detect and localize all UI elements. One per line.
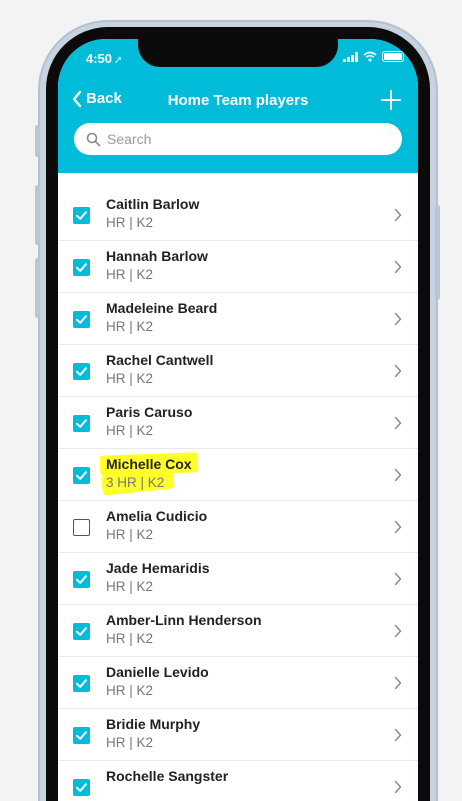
player-name: Bridie Murphy — [106, 716, 201, 732]
checkmark-icon — [76, 419, 87, 428]
player-name: Rachel Cantwell — [106, 352, 214, 368]
chevron-right-icon — [394, 728, 402, 742]
checkmark-icon — [76, 471, 87, 480]
search-input[interactable] — [107, 131, 387, 147]
player-checkbox[interactable] — [73, 415, 90, 432]
checkmark-icon — [76, 211, 87, 220]
chevron-right-icon — [394, 208, 402, 222]
phone-side-button — [35, 125, 40, 157]
player-name: Amber-Linn Henderson — [106, 612, 262, 628]
player-name: Rochelle Sangster — [106, 768, 229, 784]
phone-notch — [138, 39, 338, 67]
player-name: Michelle Cox — [106, 456, 192, 472]
nav-bar: Back Home Team players — [58, 87, 418, 117]
chevron-right-icon — [394, 260, 402, 274]
chevron-right-icon — [394, 676, 402, 690]
phone-volume-down-button — [35, 258, 40, 318]
chevron-right-icon — [394, 624, 402, 638]
player-detail: HR | K2 — [106, 683, 154, 698]
player-checkbox[interactable] — [73, 519, 90, 536]
player-checkbox[interactable] — [73, 571, 90, 588]
player-detail: HR | K2 — [106, 423, 154, 438]
player-name: Danielle Levido — [106, 664, 209, 680]
player-detail: HR | K2 — [106, 579, 154, 594]
location-arrow-icon: ➚ — [114, 55, 123, 66]
chevron-right-icon — [394, 312, 402, 326]
chevron-right-icon — [394, 572, 402, 586]
player-row[interactable]: Hannah Barlow HR | K2 — [58, 241, 418, 293]
phone-power-button — [435, 205, 440, 300]
app-screen: 4:50 ➚ Back Home Team players Search Cai… — [58, 39, 418, 801]
player-checkbox[interactable] — [73, 623, 90, 640]
status-time: 4:50 ➚ — [86, 51, 122, 66]
player-detail: HR | K2 — [106, 527, 154, 542]
player-detail: HR | K2 — [106, 735, 154, 750]
player-row[interactable]: Amelia Cudicio HR | K2 — [58, 501, 418, 553]
status-time-text: 4:50 — [86, 51, 113, 66]
player-row[interactable]: Bridie Murphy HR | K2 — [58, 709, 418, 761]
player-name: Jade Hemaridis — [106, 560, 210, 576]
checkmark-icon — [76, 679, 87, 688]
page-title: Home Team players — [167, 92, 309, 109]
chevron-right-icon — [394, 364, 402, 378]
chevron-right-icon — [394, 468, 402, 482]
app-header: 4:50 ➚ Back Home Team players — [58, 39, 418, 173]
player-detail: 3 HR | K2 — [106, 475, 165, 490]
player-row[interactable]: Michelle Cox 3 HR | K2 — [58, 449, 418, 501]
player-row[interactable]: Caitlin Barlow HR | K2 — [58, 189, 418, 241]
player-checkbox[interactable] — [73, 727, 90, 744]
signal-icon — [343, 51, 358, 62]
battery-icon — [382, 51, 404, 62]
player-checkbox[interactable] — [73, 259, 90, 276]
search-bar[interactable] — [74, 123, 402, 155]
checkmark-icon — [76, 575, 87, 584]
player-checkbox[interactable] — [73, 779, 90, 796]
player-name: Caitlin Barlow — [106, 196, 200, 212]
player-name: Hannah Barlow — [106, 248, 208, 264]
player-row[interactable]: Paris Caruso HR | K2 — [58, 397, 418, 449]
search-icon — [86, 132, 101, 146]
player-checkbox[interactable] — [73, 363, 90, 380]
player-detail: HR | K2 — [106, 319, 154, 334]
player-list: Caitlin Barlow HR | K2 Hannah Barlow HR | K… — [58, 189, 418, 801]
player-row[interactable]: Rachel Cantwell HR | K2 — [58, 345, 418, 397]
player-detail: HR | K2 — [106, 631, 154, 646]
player-name: Paris Caruso — [106, 404, 193, 420]
checkmark-icon — [76, 731, 87, 740]
add-player-button[interactable] — [380, 89, 402, 111]
chevron-right-icon — [394, 780, 402, 794]
player-name: Madeleine Beard — [106, 300, 218, 316]
player-row[interactable]: Madeleine Beard HR | K2 — [58, 293, 418, 345]
chevron-right-icon — [394, 520, 402, 534]
phone-volume-up-button — [35, 185, 40, 245]
player-row[interactable]: Jade Hemaridis HR | K2 — [58, 553, 418, 605]
checkmark-icon — [76, 315, 87, 324]
player-detail: HR | K2 — [106, 215, 154, 230]
player-row[interactable]: Rochelle Sangster — [58, 761, 418, 801]
wifi-icon — [363, 51, 377, 62]
checkmark-icon — [76, 263, 87, 272]
chevron-right-icon — [394, 416, 402, 430]
player-checkbox[interactable] — [73, 467, 90, 484]
player-checkbox[interactable] — [73, 207, 90, 224]
player-row[interactable]: Amber-Linn Henderson HR | K2 — [58, 605, 418, 657]
player-row[interactable]: Danielle Levido HR | K2 — [58, 657, 418, 709]
player-checkbox[interactable] — [73, 675, 90, 692]
player-detail: HR | K2 — [106, 267, 154, 282]
checkmark-icon — [76, 627, 87, 636]
player-name: Amelia Cudicio — [106, 508, 208, 524]
checkmark-icon — [76, 783, 87, 792]
player-checkbox[interactable] — [73, 311, 90, 328]
checkmark-icon — [76, 367, 87, 376]
status-icons — [343, 51, 404, 62]
player-detail: HR | K2 — [106, 371, 154, 386]
